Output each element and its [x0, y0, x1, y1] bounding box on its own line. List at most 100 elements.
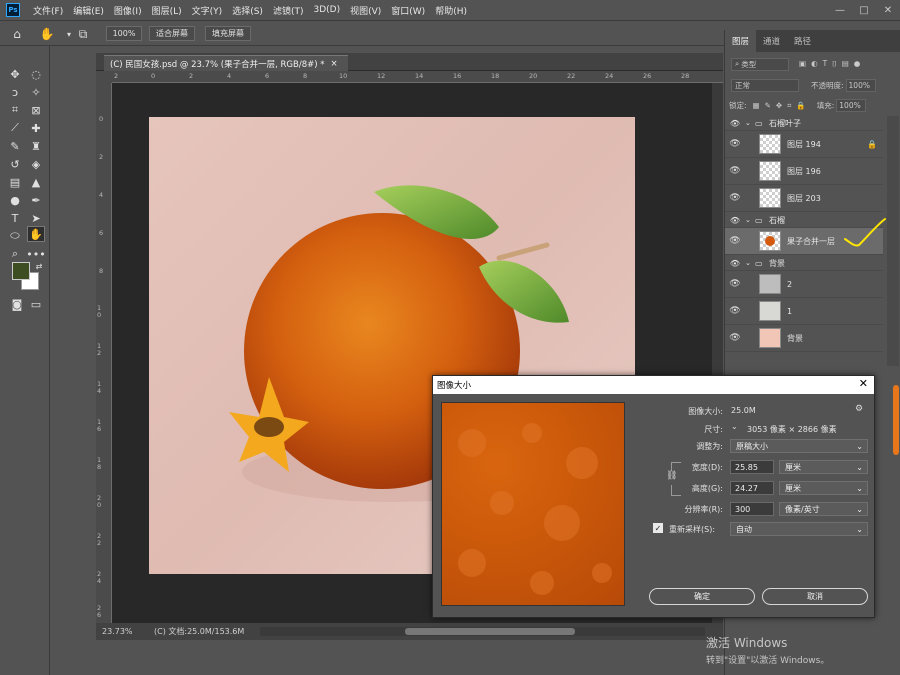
- lock-icons[interactable]: ▦✎✥⌗🔒: [753, 101, 811, 111]
- visibility-eye-icon[interactable]: 👁: [725, 139, 745, 149]
- layer-thumbnail: [759, 161, 781, 181]
- screen-mode-icon[interactable]: ▭: [27, 296, 45, 312]
- image-preview[interactable]: [441, 402, 625, 606]
- gradient-tool-icon[interactable]: ▤: [6, 174, 24, 190]
- scroll-all-windows-icon[interactable]: ⧉: [74, 25, 92, 43]
- layer-row[interactable]: 👁 图层 196: [725, 158, 883, 185]
- cancel-button[interactable]: 取消: [762, 588, 868, 605]
- zoom-tool-icon[interactable]: ⌕: [6, 246, 24, 262]
- document-tab-title: (C) 民国女孩.psd @ 23.7% (果子合并一层, RGB/8#) *: [110, 59, 325, 70]
- height-unit-select[interactable]: 厘米 ⌄: [779, 481, 868, 495]
- fill-input[interactable]: 100%: [836, 99, 867, 112]
- quick-mask-icon[interactable]: ◙: [8, 296, 26, 312]
- layer-row[interactable]: 👁 2: [725, 271, 883, 298]
- path-selection-icon[interactable]: ➤: [27, 210, 45, 226]
- tab-paths[interactable]: 路径: [787, 30, 818, 52]
- dodge-tool-icon[interactable]: ●: [6, 192, 24, 208]
- menu-layer[interactable]: 图层(L): [147, 4, 187, 17]
- eraser-icon[interactable]: ◈: [27, 156, 45, 172]
- menu-view[interactable]: 视图(V): [345, 4, 386, 17]
- hand-tool-active-icon[interactable]: ✋: [27, 226, 45, 242]
- maximize-button[interactable]: □: [852, 5, 876, 16]
- visibility-eye-icon[interactable]: 👁: [725, 236, 745, 246]
- layer-row[interactable]: 👁 图层 203: [725, 185, 883, 212]
- type-tool-icon[interactable]: T: [6, 210, 24, 226]
- fill-screen-button[interactable]: 填充屏幕: [205, 26, 251, 41]
- resolution-input[interactable]: 300: [730, 502, 774, 516]
- layer-row[interactable]: 👁 图层 194 🔒: [725, 131, 883, 158]
- layer-filter-input[interactable]: ⌕ 类型: [731, 57, 789, 71]
- healing-brush-icon[interactable]: ✚: [27, 120, 45, 136]
- menu-file[interactable]: 文件(F): [28, 4, 68, 17]
- layer-group[interactable]: 👁 ⌄ ▭ 石榴叶子: [725, 116, 883, 131]
- document-tab[interactable]: (C) 民国女孩.psd @ 23.7% (果子合并一层, RGB/8#) * …: [104, 55, 348, 71]
- close-tab-icon[interactable]: ×: [331, 59, 338, 69]
- width-input[interactable]: 25.85: [730, 460, 774, 474]
- brush-tool-icon[interactable]: ✎: [6, 138, 24, 154]
- chevron-down-icon[interactable]: ⌄: [745, 259, 755, 267]
- resample-checkbox[interactable]: ✓: [653, 523, 663, 533]
- tab-layers[interactable]: 图层: [725, 30, 757, 52]
- ruler-horizontal[interactable]: 2 0 2 4 6 8 10 12 14 16 18 20 22 24 26 2…: [112, 71, 723, 83]
- width-unit-select[interactable]: 厘米 ⌄: [779, 460, 868, 474]
- eyedropper-icon[interactable]: ⟋: [6, 120, 24, 136]
- resample-select[interactable]: 自动 ⌄: [730, 522, 868, 536]
- visibility-eye-icon[interactable]: 👁: [725, 119, 745, 128]
- close-icon[interactable]: ✕: [859, 377, 868, 390]
- menu-3d[interactable]: 3D(D): [308, 5, 345, 15]
- close-window-button[interactable]: ✕: [876, 5, 900, 16]
- home-icon[interactable]: ⌂: [8, 25, 26, 43]
- magic-wand-icon[interactable]: ✧: [27, 84, 45, 100]
- ruler-vertical[interactable]: 0 2 4 6 8 1 0 1 2 1 4 1 6 1 8 2 0 2 2 2 …: [96, 83, 112, 623]
- pen-tool-icon[interactable]: ✒: [27, 192, 45, 208]
- swap-colors-icon[interactable]: ⇄: [30, 258, 48, 274]
- menu-select[interactable]: 选择(S): [227, 4, 268, 17]
- visibility-eye-icon[interactable]: 👁: [725, 333, 745, 343]
- opacity-input[interactable]: 100%: [845, 79, 876, 92]
- visibility-eye-icon[interactable]: 👁: [725, 259, 745, 268]
- chevron-down-icon[interactable]: ⌄: [745, 216, 755, 224]
- fit-to-select[interactable]: 原稿大小 ⌄: [730, 439, 868, 453]
- menu-help[interactable]: 帮助(H): [430, 4, 472, 17]
- blur-tool-icon[interactable]: ▲: [27, 174, 45, 190]
- move-tool-icon[interactable]: ✥: [6, 66, 24, 82]
- zoom-readout[interactable]: 23.73%: [102, 627, 148, 636]
- visibility-eye-icon[interactable]: 👁: [725, 193, 745, 203]
- clone-stamp-icon[interactable]: ♜: [27, 138, 45, 154]
- tab-channels[interactable]: 通道: [756, 30, 787, 52]
- minimize-button[interactable]: —: [828, 5, 852, 16]
- layer-row[interactable]: 👁 背景: [725, 325, 883, 352]
- chevron-down-icon[interactable]: ⌄: [745, 119, 755, 127]
- layer-group[interactable]: 👁 ⌄ ▭ 背景: [725, 256, 883, 271]
- hand-tool-icon[interactable]: ✋: [38, 25, 56, 43]
- visibility-eye-icon[interactable]: 👁: [725, 166, 745, 176]
- scrollbar-thumb[interactable]: [405, 628, 575, 635]
- chevron-down-icon[interactable]: ⌄: [731, 422, 738, 431]
- marquee-tool-icon[interactable]: ◌: [27, 66, 45, 82]
- history-brush-icon[interactable]: ↺: [6, 156, 24, 172]
- layers-scrollbar[interactable]: [887, 116, 899, 366]
- menu-window[interactable]: 窗口(W): [386, 4, 430, 17]
- fit-screen-button[interactable]: 适合屏幕: [149, 26, 195, 41]
- menu-image[interactable]: 图像(I): [109, 4, 147, 17]
- lasso-tool-icon[interactable]: ↄ: [6, 84, 24, 100]
- resolution-unit-select[interactable]: 像素/英寸 ⌄: [779, 502, 868, 516]
- gear-icon[interactable]: ⚙: [855, 404, 863, 414]
- menu-edit[interactable]: 编辑(E): [68, 4, 109, 17]
- menu-filter[interactable]: 滤镜(T): [268, 4, 309, 17]
- blend-mode-select[interactable]: 正常: [731, 79, 799, 92]
- visibility-eye-icon[interactable]: 👁: [725, 306, 745, 316]
- zoom-100-button[interactable]: 100%: [106, 26, 142, 41]
- layer-row[interactable]: 👁 1: [725, 298, 883, 325]
- visibility-eye-icon[interactable]: 👁: [725, 279, 745, 289]
- visibility-eye-icon[interactable]: 👁: [725, 216, 745, 225]
- crop-tool-icon[interactable]: ⌗: [6, 102, 24, 118]
- filter-icons[interactable]: ▣◐T⌷▤●: [799, 59, 865, 69]
- document-info[interactable]: (C) 文档:25.0M/153.6M: [154, 626, 244, 637]
- height-input[interactable]: 24.27: [730, 481, 774, 495]
- frame-tool-icon[interactable]: ⊠: [27, 102, 45, 118]
- ellipse-tool-icon[interactable]: ⬭: [6, 228, 24, 244]
- horizontal-scrollbar[interactable]: [260, 627, 705, 636]
- menu-type[interactable]: 文字(Y): [187, 4, 228, 17]
- ok-button[interactable]: 确定: [649, 588, 755, 605]
